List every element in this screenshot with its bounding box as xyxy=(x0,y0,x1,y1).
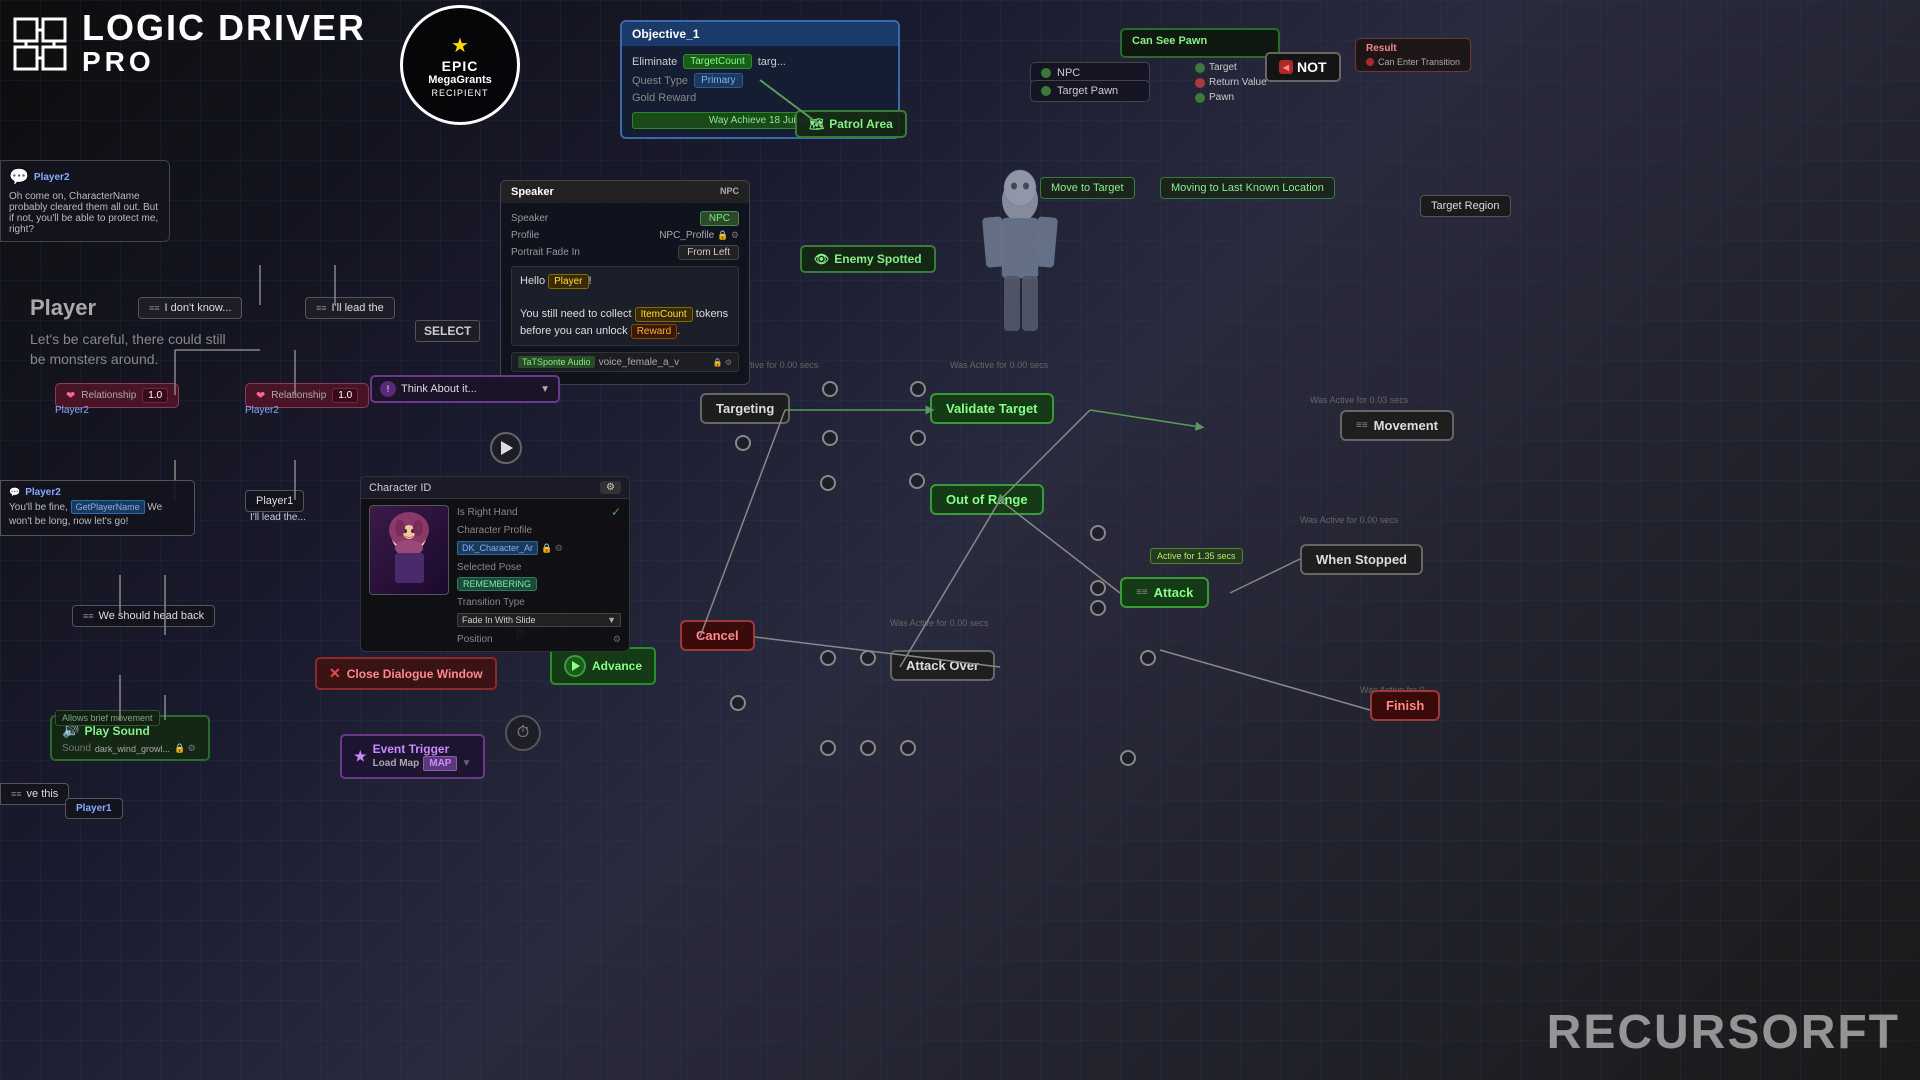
objective-title: Objective_1 xyxy=(622,22,898,46)
sm-connector-9 xyxy=(820,650,836,666)
choice-ill-lead[interactable]: ≡≡ I'll lead the xyxy=(305,297,395,319)
sm-connector-1 xyxy=(822,381,838,397)
patrol-area-node[interactable]: 🗺 Patrol Area xyxy=(795,110,907,138)
sm-connector-13 xyxy=(820,740,836,756)
cancel-node: Cancel xyxy=(680,620,755,651)
target-region-node: Target Region xyxy=(1420,195,1511,217)
audio-row: TaTSponte Audio voice_female_a_v 🔒 ⚙ xyxy=(511,352,739,372)
allows-movement-note: Allows brief movement xyxy=(55,710,160,726)
player1-label: Player1 xyxy=(256,495,293,507)
when-stopped-node: When Stopped xyxy=(1300,544,1423,575)
active-for-label: Active for 1.35 secs xyxy=(1150,548,1243,564)
enemy-spotted-node[interactable]: 👁 Enemy Spotted xyxy=(800,245,936,273)
player1-bottom-node: Player1 xyxy=(65,798,123,819)
sm-connector-5 xyxy=(735,435,751,451)
rel-player2-2: Player2 xyxy=(245,405,279,416)
out-of-range-node: Out of Range xyxy=(930,484,1044,515)
player-label: Player xyxy=(30,295,96,321)
get-player-name-tag: GetPlayerName xyxy=(71,500,145,514)
sm-connector-15 xyxy=(900,740,916,756)
move-to-target-node: Move to Target xyxy=(1040,177,1135,199)
not-gate-node: ◀ NOT xyxy=(1265,52,1341,82)
think-dropdown[interactable]: ! Think About it... ▼ xyxy=(370,375,560,403)
sm-connector-3 xyxy=(822,430,838,446)
was-active-label-attack: Was Active for 0.00 secs xyxy=(890,618,988,628)
select-label: SELECT xyxy=(415,320,480,342)
logo-subtitle: PRO xyxy=(82,46,366,78)
dialogue-editor-panel: Speaker NPC Speaker NPC Profile NPC_Prof… xyxy=(500,180,750,385)
choice-dont-know[interactable]: ≡≡ I don't know... xyxy=(138,297,242,319)
player1-choice[interactable]: Player1 xyxy=(245,490,304,512)
close-dialogue-button[interactable]: ✕ Close Dialogue Window xyxy=(315,657,497,690)
sm-connector-7 xyxy=(1090,525,1106,541)
result-node: Result Can Enter Transition xyxy=(1355,38,1471,72)
sm-connector-12 xyxy=(730,695,746,711)
watermark: RECURSORFT xyxy=(1547,1005,1900,1060)
logic-driver-icon xyxy=(10,14,70,74)
sm-connector-14 xyxy=(860,740,876,756)
epic-badge: ★ EPIC MegaGrants RECIPIENT xyxy=(400,5,520,125)
char-fields: Is Right Hand ✓ Character Profile DK_Cha… xyxy=(457,505,621,645)
epic-star: ★ xyxy=(451,33,469,58)
sm-connector-8 xyxy=(1090,580,1106,596)
targeting-node: Targeting xyxy=(700,393,790,424)
we-should-head-back-node[interactable]: ≡≡ We should head back xyxy=(72,605,215,627)
dialogue-editor-title: Speaker NPC xyxy=(501,181,749,203)
ve-this-node[interactable]: ≡≡ ve this xyxy=(0,783,69,805)
player2-top-node: 💬 Player2 Oh come on, CharacterName prob… xyxy=(0,160,170,242)
epic-line1: EPIC xyxy=(442,58,479,74)
player2-bottom-node: 💬 Player2 You'll be fine, GetPlayerName … xyxy=(0,480,195,536)
attack-node: ≡≡ Attack xyxy=(1120,577,1209,608)
was-active-label-00b: Was Active for 0.00 secs xyxy=(1300,515,1398,525)
was-active-label-2: Was Active for 0.00 secs xyxy=(950,360,1048,370)
char-panel-header: Character ID ⚙ xyxy=(361,477,629,499)
sm-connector-11 xyxy=(1140,650,1156,666)
can-see-pawn-node: Can See Pawn xyxy=(1120,28,1280,58)
epic-line3: RECIPIENT xyxy=(431,88,488,98)
dialogue-text-content: Hello Player! You still need to collect … xyxy=(511,266,739,346)
logo-text: LOGIC DRIVER PRO xyxy=(82,10,366,78)
sm-connector-10 xyxy=(860,650,876,666)
player2-top-text: Oh come on, CharacterName probably clear… xyxy=(9,191,161,235)
sm-connector-18 xyxy=(909,473,925,489)
logo-area: LOGIC DRIVER PRO xyxy=(10,10,366,78)
sm-connector-2 xyxy=(910,381,926,397)
advance-button[interactable]: Advance xyxy=(550,647,656,685)
sm-connector-17 xyxy=(1090,600,1106,616)
sm-connector-16 xyxy=(1120,750,1136,766)
player2-top-label: Player2 xyxy=(34,172,70,183)
validate-target-node: Validate Target xyxy=(930,393,1054,424)
finish-node: Finish xyxy=(1370,690,1440,721)
sm-connector-6 xyxy=(820,475,836,491)
player-description: Let's be careful, there could still be m… xyxy=(30,330,230,369)
rel-player2-1: Player2 xyxy=(55,405,89,416)
movement-node: ≡≡ Movement xyxy=(1340,410,1454,441)
result-outputs: Target Return Value Pawn xyxy=(1195,62,1267,103)
event-trigger-node: ★ Event Trigger Load Map MAP ▼ xyxy=(340,734,485,779)
attack-over-node: Attack Over xyxy=(890,650,995,681)
moving-last-known-node: Moving to Last Known Location xyxy=(1160,177,1335,199)
was-active-label-03: Was Active for 0.03 secs xyxy=(1310,395,1408,405)
player2-name: Player2 xyxy=(25,487,61,498)
logo-title: LOGIC DRIVER xyxy=(82,10,366,46)
epic-line2: MegaGrants xyxy=(428,74,492,86)
character-avatar xyxy=(369,505,449,595)
character-panel: Character ID ⚙ Is Right Hand ✓ xyxy=(360,476,630,652)
play-button-1[interactable] xyxy=(490,432,522,464)
ill-lead-choice: I'll lead the... xyxy=(250,512,306,523)
target-pawn-selector[interactable]: Target Pawn xyxy=(1030,80,1150,102)
sm-connector-4 xyxy=(910,430,926,446)
history-button[interactable]: ⏱ xyxy=(505,715,541,751)
